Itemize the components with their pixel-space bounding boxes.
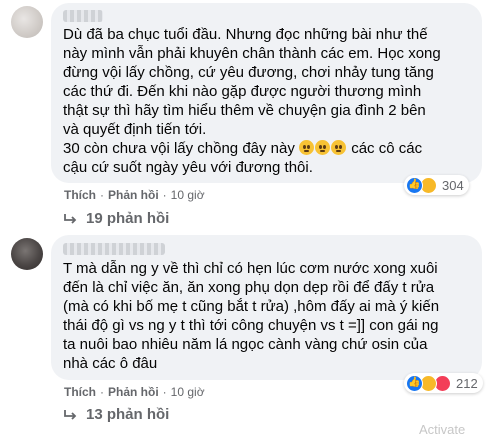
reply-link[interactable]: Phản hồi	[108, 188, 159, 202]
comment-actions: Thích · Phản hồi · 10 giờ	[64, 385, 205, 399]
emoji-sad-icon	[315, 140, 331, 155]
like-reaction-icon: 👍	[406, 176, 423, 194]
separator-dot: ·	[100, 188, 104, 202]
comment-line: (mà có khi bố mẹ t cũng bắt t rửa) ,hôm …	[63, 298, 440, 315]
comment-line: thái độ gì vs ng y t thì tới công chuyện…	[63, 317, 439, 334]
comment-line: đến là chỉ việc ăn, ăn xong phụ dọn dẹp …	[63, 279, 435, 296]
like-link[interactable]: Thích	[64, 188, 96, 202]
replies-count-label: 19 phản hồi	[86, 210, 170, 227]
like-reaction-icon: 👍	[406, 374, 423, 392]
comment-line: cậu cứ suốt ngày yêu với đương thôi.	[63, 159, 313, 176]
comment-line: ta nuôi bao nhiêu năm lá ngọc cành vàng …	[63, 336, 428, 353]
comment-line: các thứ đi. Đến khi nào gặp được người t…	[63, 83, 422, 100]
comment-text: T mà dẫn ng y về thì chỉ có hẹn lúc cơm …	[63, 259, 472, 373]
comment-line: T mà dẫn ng y về thì chỉ có hẹn lúc cơm …	[63, 260, 438, 277]
reaction-summary[interactable]: 👍 212	[404, 373, 483, 393]
reply-arrow-icon	[64, 409, 77, 420]
comment-line-text: 30 còn chưa vội lấy chồng đây này	[63, 140, 295, 157]
reaction-summary[interactable]: 👍 304	[404, 175, 469, 195]
comment-line-text: các cô các	[351, 140, 423, 157]
view-replies-link[interactable]: 19 phản hồi	[64, 210, 169, 227]
avatar[interactable]	[11, 238, 43, 270]
separator-dot: ·	[162, 385, 167, 399]
commenter-name-blurred[interactable]	[63, 243, 165, 255]
reply-arrow-icon	[64, 213, 77, 224]
comment-line: thật sự thì hãy tìm hiểu thêm về chuyện …	[63, 102, 426, 119]
view-replies-link[interactable]: 13 phản hồi	[64, 406, 169, 423]
reaction-count: 304	[442, 177, 464, 193]
emoji-sad-icon	[331, 140, 347, 155]
activate-windows-watermark: Activate	[419, 422, 466, 437]
comment-line: và quyết định tiến tới.	[63, 121, 207, 138]
comment-time[interactable]: 10 giờ	[171, 188, 205, 202]
separator-dot: ·	[162, 188, 167, 202]
comment-line: đừng vội lấy chồng, cứ yêu đương, chơi n…	[63, 64, 434, 81]
comment-actions: Thích · Phản hồi · 10 giờ	[64, 188, 205, 202]
replies-count-label: 13 phản hồi	[86, 406, 170, 423]
comment-bubble: T mà dẫn ng y về thì chỉ có hẹn lúc cơm …	[51, 235, 482, 380]
separator-dot: ·	[100, 385, 104, 399]
reaction-count: 212	[456, 375, 478, 391]
emoji-sad-icon	[299, 140, 315, 155]
comment-line: Dù đã ba chục tuổi đầu. Nhưng đọc những …	[63, 26, 428, 43]
comment-time[interactable]: 10 giờ	[171, 385, 205, 399]
comment-text: Dù đã ba chục tuổi đầu. Nhưng đọc những …	[63, 25, 472, 177]
comment-bubble: Dù đã ba chục tuổi đầu. Nhưng đọc những …	[51, 3, 482, 183]
comment-line: nhà các ô đâu	[63, 355, 158, 372]
avatar[interactable]	[11, 6, 43, 38]
comment-line: này mình vẫn phải khuyên chân thành các …	[63, 45, 441, 62]
like-link[interactable]: Thích	[64, 385, 96, 399]
commenter-name-blurred[interactable]	[63, 10, 103, 22]
reply-link[interactable]: Phản hồi	[108, 385, 159, 399]
comment-line-with-emoji: 30 còn chưa vội lấy chồng đây này các cô…	[63, 139, 472, 158]
